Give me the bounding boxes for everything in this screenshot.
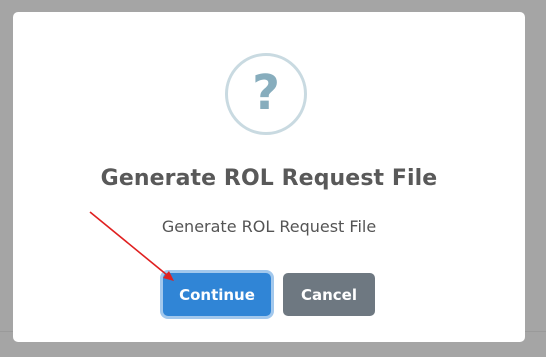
question-icon: ? (225, 53, 307, 135)
dialog-title: Generate ROL Request File (100, 166, 438, 191)
question-mark-glyph: ? (252, 65, 280, 121)
continue-button[interactable]: Continue (163, 273, 271, 316)
dialog-message: Generate ROL Request File (161, 217, 377, 236)
cancel-button[interactable]: Cancel (283, 273, 375, 316)
dialog-actions: Continue Cancel (13, 273, 525, 316)
confirmation-dialog: ? Generate ROL Request File Generate ROL… (13, 12, 525, 342)
